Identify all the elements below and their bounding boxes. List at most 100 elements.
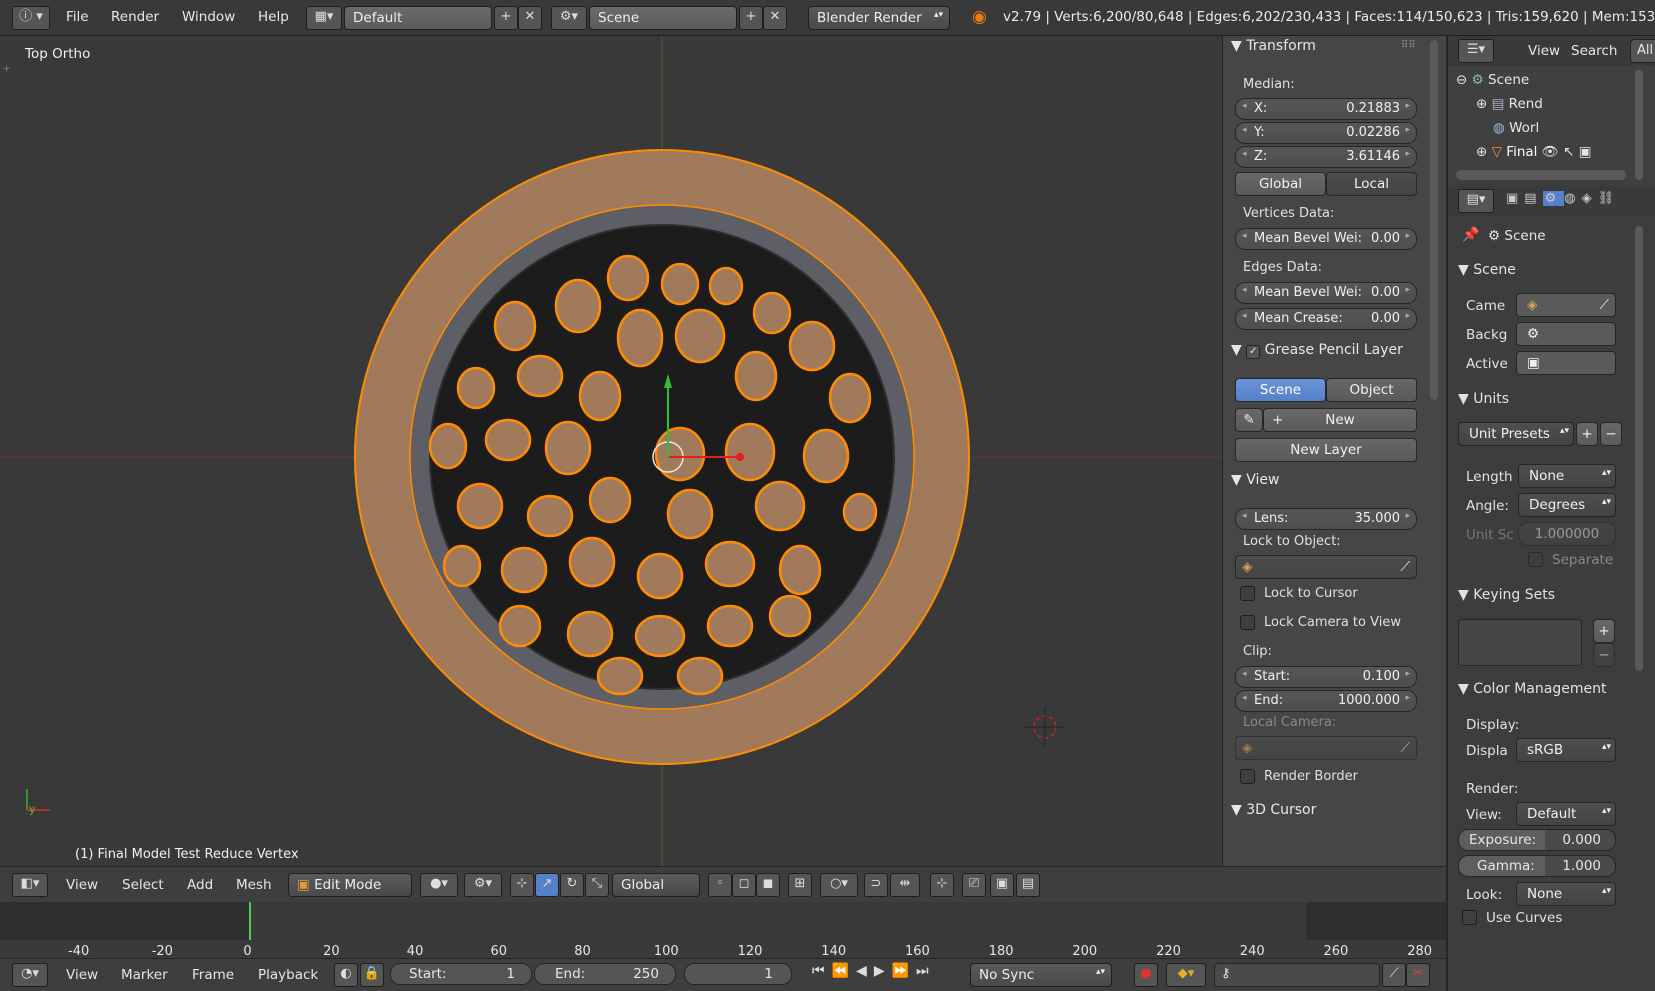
menu-file[interactable]: File: [66, 9, 89, 25]
prev-keyframe-icon[interactable]: ⏪: [832, 963, 856, 979]
separate-units-checkbox[interactable]: [1528, 552, 1543, 567]
transform-panel-header[interactable]: ▼ Transform: [1231, 38, 1316, 54]
render-image-icon[interactable]: ▣: [990, 873, 1014, 897]
play-reverse-icon[interactable]: ◀: [856, 963, 874, 979]
grease-new-button[interactable]: + New: [1263, 408, 1417, 432]
header-select-menu[interactable]: Select: [122, 877, 164, 893]
median-x-field[interactable]: ◂ X: 0.21883 ▸: [1235, 98, 1417, 120]
outliner-filter-dropdown[interactable]: All: [1630, 39, 1655, 63]
eyedropper-icon[interactable]: ⟋: [1401, 556, 1410, 578]
outliner-v-scrollbar[interactable]: [1635, 70, 1643, 180]
timeline-area[interactable]: -40 -20 0 20 40 60 80 100 120 140 160 180 200 220 240 2…: [0, 902, 1446, 959]
edge-select-icon[interactable]: ◻: [732, 873, 756, 897]
delete-keyframe-icon[interactable]: ✂: [1406, 963, 1430, 987]
header-add-menu[interactable]: Add: [187, 877, 213, 893]
clip-end-field[interactable]: ◂ End: 1000.000 ▸: [1235, 690, 1417, 712]
x-manipulator-tip[interactable]: [736, 453, 744, 461]
selectable-cursor-icon[interactable]: ↖: [1563, 144, 1574, 160]
new-layer-button[interactable]: New Layer: [1235, 438, 1417, 462]
remove-layout-icon[interactable]: ✕: [518, 6, 542, 30]
exposure-slider[interactable]: Exposure: 0.000: [1458, 829, 1616, 851]
add-scene-icon[interactable]: +: [739, 6, 763, 30]
snap-element-dropdown[interactable]: ⇹: [890, 873, 920, 897]
n-panel-scrollbar[interactable]: [1430, 40, 1438, 400]
global-toggle[interactable]: Global: [1235, 172, 1326, 196]
timeline-view-menu[interactable]: View: [66, 967, 98, 983]
outliner-editor-icon[interactable]: ☰▾: [1458, 39, 1494, 63]
3d-view-editor-icon[interactable]: ◧▾: [12, 873, 48, 897]
playback-controls[interactable]: ⏮⏪◀▶⏩⏭: [812, 963, 952, 987]
grease-object-toggle[interactable]: Object: [1326, 378, 1417, 402]
timeline-marker-menu[interactable]: Marker: [121, 967, 168, 983]
properties-scrollbar[interactable]: [1635, 226, 1643, 671]
jump-start-icon[interactable]: ⏮: [812, 963, 832, 979]
start-frame-field[interactable]: Start: 1: [390, 963, 532, 985]
look-dropdown[interactable]: None ▴▾: [1516, 882, 1616, 906]
3d-cursor-panel-header[interactable]: ▼ 3D Cursor: [1231, 802, 1316, 818]
mean-crease-field[interactable]: ◂ Mean Crease: 0.00 ▸: [1235, 308, 1417, 330]
outliner-search-menu[interactable]: Search: [1571, 43, 1617, 59]
jump-end-icon[interactable]: ⏭: [916, 963, 936, 979]
transform-orientation-dropdown[interactable]: Global: [612, 873, 700, 897]
record-icon[interactable]: ●: [1134, 963, 1158, 987]
unit-presets-dropdown[interactable]: Unit Presets ▴▾: [1458, 422, 1574, 446]
timeline-playback-menu[interactable]: Playback: [258, 967, 318, 983]
viewport-canvas[interactable]: x: [0, 36, 1222, 866]
outliner-row-scene[interactable]: ⊖ ⚙ Scene: [1456, 72, 1529, 88]
add-preset-button[interactable]: +: [1576, 422, 1598, 446]
scene-panel-header[interactable]: ▼ Scene: [1458, 262, 1516, 278]
snap-target-icon[interactable]: ⊹: [930, 873, 954, 897]
color-management-panel-header[interactable]: ▼ Color Management: [1458, 681, 1606, 697]
gamma-slider[interactable]: Gamma: 1.000: [1458, 855, 1616, 877]
visibility-eye-icon[interactable]: 👁: [1542, 144, 1559, 160]
active-keying-set-field[interactable]: ⚷: [1214, 963, 1380, 987]
render-border-checkbox[interactable]: [1240, 769, 1255, 784]
remove-keying-set-button[interactable]: −: [1593, 643, 1615, 667]
header-view-menu[interactable]: View: [66, 877, 98, 893]
info-editor-icon[interactable]: ⓘ ▾: [12, 6, 50, 30]
median-y-field[interactable]: ◂ Y: 0.02286 ▸: [1235, 122, 1417, 144]
frame-ruler[interactable]: [0, 940, 1446, 958]
proportional-edit-dropdown[interactable]: ○▾: [820, 873, 858, 897]
grease-pencil-checkbox[interactable]: ✓: [1246, 345, 1261, 359]
menu-render[interactable]: Render: [111, 9, 159, 25]
render-animation-icon[interactable]: ▤: [1016, 873, 1040, 897]
translate-manipulator-icon[interactable]: ↗: [535, 873, 559, 897]
outliner-row-render[interactable]: ⊕ ▤ Rend: [1476, 96, 1543, 112]
remove-scene-icon[interactable]: ✕: [763, 6, 787, 30]
scene-name-field[interactable]: Scene: [589, 6, 737, 30]
clip-start-field[interactable]: ◂ Start: 0.100 ▸: [1235, 666, 1417, 688]
scene-tab-icon[interactable]: ⚙: [1542, 191, 1565, 206]
timeline-frame-menu[interactable]: Frame: [192, 967, 234, 983]
outliner-h-scrollbar[interactable]: [1456, 170, 1626, 180]
vertex-select-icon[interactable]: ◦: [708, 873, 732, 897]
opengl-render-icon[interactable]: ⎚: [962, 873, 986, 897]
keying-set-dropdown[interactable]: ◆▾: [1166, 963, 1206, 987]
current-frame-field[interactable]: 1: [684, 963, 792, 985]
local-camera-field[interactable]: ◈ ⟋: [1235, 736, 1417, 760]
outliner-row-final[interactable]: ⊕ ▽ Final 👁 ↖ ▣: [1476, 144, 1592, 160]
snap-toggle-icon[interactable]: ⊃: [864, 873, 888, 897]
eyedropper-icon-2[interactable]: ⟋: [1401, 737, 1410, 759]
lock-range-icon[interactable]: 🔒: [360, 963, 384, 987]
viewport-shading-dropdown[interactable]: ●▾: [420, 873, 458, 897]
median-z-field[interactable]: ◂ Z: 3.61146 ▸: [1235, 146, 1417, 168]
menu-help[interactable]: Help: [258, 9, 289, 25]
keying-sets-panel-header[interactable]: ▼ Keying Sets: [1458, 587, 1555, 603]
manipulator-toggle-icon[interactable]: ⊹: [510, 873, 534, 897]
keying-sets-list[interactable]: [1458, 619, 1582, 666]
angle-unit-dropdown[interactable]: Degrees ▴▾: [1518, 493, 1616, 517]
lens-field[interactable]: ◂ Lens: 35.000 ▸: [1235, 508, 1417, 530]
view-transform-dropdown[interactable]: Default ▴▾: [1516, 802, 1616, 826]
use-curves-checkbox[interactable]: [1462, 910, 1477, 925]
timeline-editor-icon[interactable]: ◔▾: [12, 963, 48, 987]
add-keying-set-button[interactable]: +: [1593, 619, 1615, 643]
pivot-point-dropdown[interactable]: ⚙▾: [464, 873, 502, 897]
local-toggle[interactable]: Local: [1326, 172, 1417, 196]
insert-keyframe-icon[interactable]: ⟋: [1382, 963, 1406, 987]
layout-name-field[interactable]: Default: [344, 6, 492, 30]
add-layout-icon[interactable]: +: [494, 6, 518, 30]
outliner-row-world[interactable]: ◍ Worl: [1493, 120, 1539, 136]
lock-to-cursor-checkbox[interactable]: [1240, 586, 1255, 601]
active-clip-field[interactable]: ▣: [1516, 351, 1616, 375]
